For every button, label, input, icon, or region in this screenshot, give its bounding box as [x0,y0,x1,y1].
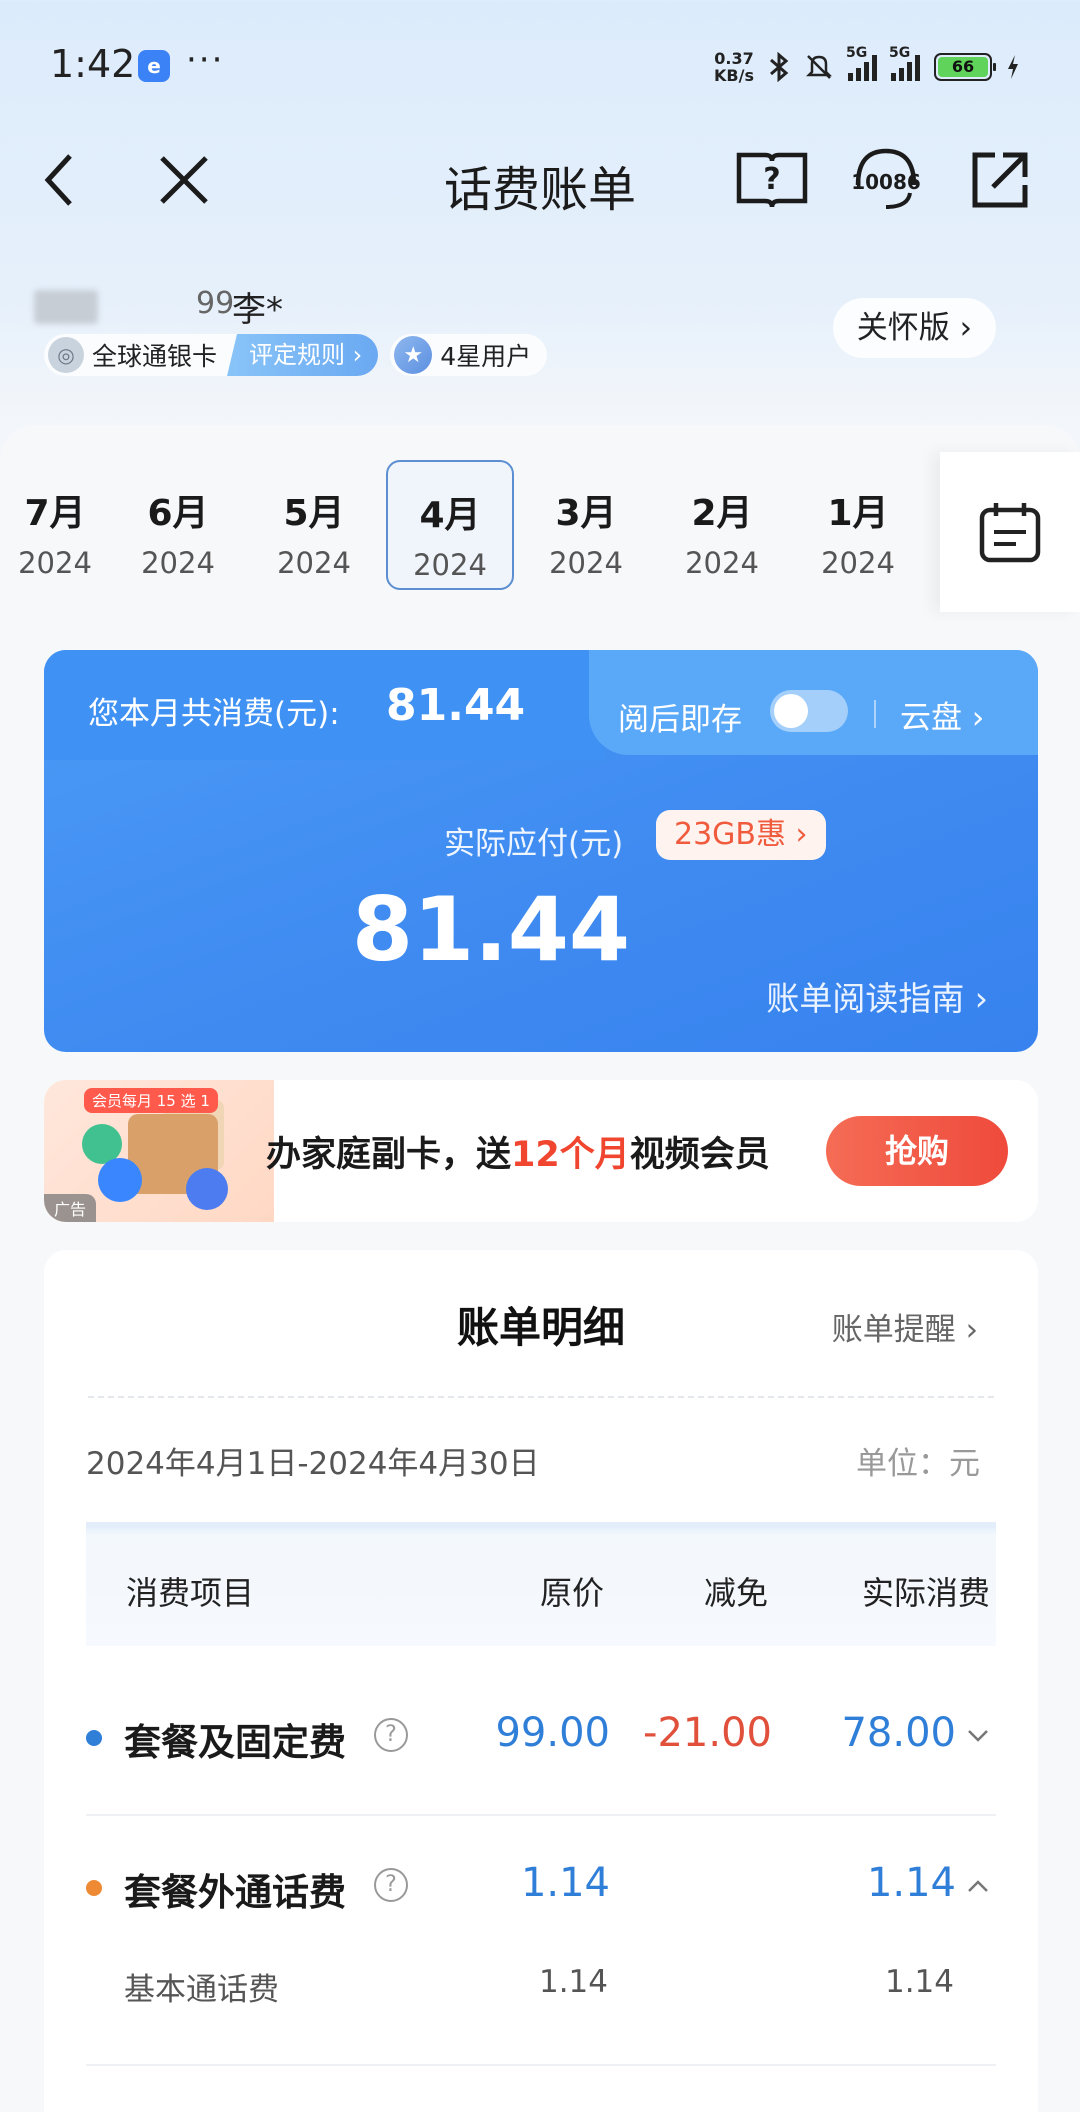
month-tab[interactable]: 1月 2024 [790,460,926,590]
auto-save-toggle[interactable] [770,690,848,732]
signal-icon: 5G [846,45,877,81]
chevron-down-icon [968,1730,988,1742]
column-header: 实际消费 [862,1574,991,1612]
auto-save-label: 阅后即存 [618,702,742,738]
column-header: 消费项目 [126,1574,255,1612]
original-price: 1.14 [520,1860,610,1906]
ad-highlight: 12个月 [511,1135,630,1175]
column-header: 减免 [704,1574,769,1612]
share-icon [972,152,1028,208]
help-book-icon: ? [736,152,808,208]
battery-level: 66 [938,57,988,77]
service-number: 10086 [851,170,921,194]
share-button[interactable] [960,140,1040,220]
svg-text:?: ? [763,162,780,197]
month-tab[interactable]: 2月 2024 [654,460,790,590]
data-offer-badge[interactable]: 23GB惠 › [656,810,826,860]
bluetooth-icon [770,52,789,82]
bill-detail-card: 账单明细 账单提醒 › 2024年4月1日-2024年4月30日 单位：元 消费… [44,1250,1038,2112]
membership-label: 全球通银卡 [92,342,218,371]
bill-summary-card: 您本月共消费(元): 81.44 阅后即存 云盘 › 实际应付(元) 23GB惠… [44,650,1038,1052]
nav-bar: 话费账单 ? 10086 [0,140,1080,220]
star-level-label: 4星用户 [440,342,532,371]
discount-amount: -21.00 [643,1710,772,1756]
battery-icon: 66 [934,53,996,81]
calendar-icon [979,503,1041,563]
total-consumption-label: 您本月共消费(元): [88,696,340,732]
more-notifications-icon: ··· [186,40,225,80]
chevron-up-icon [968,1880,988,1892]
table-header: 消费项目 原价 减免 实际消费 [86,1522,996,1646]
bill-guide-link[interactable]: 账单阅读指南 › [766,972,988,1020]
help-button[interactable]: ? [732,140,812,220]
video-app-icon [98,1158,142,1202]
dashed-divider [88,1396,994,1398]
user-tags: ◎ 全球通银卡 评定规则 › ★ 4星用户 [44,334,548,376]
ad-banner[interactable]: 会员每月 15 选 1 广告 办家庭副卡，送12个月视频会员 抢购 [44,1080,1038,1222]
amount-due-label: 实际应付(元) [444,826,624,862]
app-notification-icon: e [138,50,170,82]
amount-due-value: 81.44 [44,878,1038,981]
star-level-tag[interactable]: ★ 4星用户 [390,334,548,376]
status-time: 1:42 [50,42,136,86]
month-tab-active[interactable]: 4月 2024 [386,460,514,590]
actual-amount: 78.00 [841,1710,956,1756]
net-speed-unit: KB/s [714,66,754,85]
row-divider [86,2064,996,2066]
row-name: 套餐及固定费 [124,1721,346,1764]
mute-icon [805,55,833,79]
charging-icon [1008,55,1018,79]
signal-icon: 5G [889,45,920,81]
toggle-knob [774,694,808,728]
category-dot [86,1730,102,1746]
video-app-icon [186,1168,228,1210]
row-divider [86,1814,996,1816]
bill-period: 2024年4月1日-2024年4月30日 [86,1446,540,1482]
month-tab[interactable]: 5月 2024 [246,460,382,590]
ad-text: 办家庭副卡，送12个月视频会员 [266,1135,770,1175]
status-bar: 1:42 e ··· 0.37 KB/s 5G 5G 66 [0,0,1080,130]
column-header: 原价 [540,1574,605,1612]
bill-reminder-link[interactable]: 账单提醒 › [832,1304,978,1349]
month-tab[interactable]: 6月 2024 [110,460,246,590]
help-icon[interactable]: ? [374,1718,408,1752]
ad-corner-tag: 会员每月 15 选 1 [84,1088,218,1113]
divider [874,700,876,728]
help-icon[interactable]: ? [374,1868,408,1902]
user-name: 李* [232,290,283,330]
original-price: 99.00 [495,1710,610,1756]
amount-due-number: 81.44 [351,878,631,981]
star-icon: ★ [394,336,433,374]
total-consumption-value: 81.44 [386,680,526,731]
month-tab[interactable]: 7月 2024 [0,460,110,590]
category-dot [86,1880,102,1896]
row-name: 套餐外通话费 [124,1871,346,1914]
user-phone-redacted [34,290,98,324]
ad-image: 会员每月 15 选 1 广告 [44,1080,274,1222]
signal-tag: 5G [846,45,868,61]
membership-tag: ◎ 全球通银卡 评定规则 › [44,334,379,376]
globe-card-icon: ◎ [48,337,84,373]
net-speed-value: 0.37 [714,49,754,68]
status-right: 0.37 KB/s 5G 5G 66 [714,45,1020,84]
calendar-button[interactable] [940,452,1080,612]
care-mode-button[interactable]: 关怀版 › [832,298,996,358]
ad-label: 广告 [44,1194,97,1222]
actual-amount: 1.14 [866,1860,956,1906]
service-button[interactable]: 10086 [846,140,926,220]
user-phone-tail: 99 [196,286,235,321]
currency-unit: 单位：元 [856,1446,980,1482]
cloud-drive-link[interactable]: 云盘 › [900,692,984,737]
buy-now-button[interactable]: 抢购 [826,1116,1008,1186]
sub-actual-amount: 1.14 [884,1964,954,2000]
sub-original-price: 1.14 [538,1964,608,2000]
signal-tag: 5G [889,45,911,61]
month-tab[interactable]: 3月 2024 [518,460,654,590]
sub-item-name: 基本通话费 [124,1972,279,2008]
rating-rules-link[interactable]: 评定规则 › [227,334,379,376]
month-selector: 7月 2024 6月 2024 5月 2024 4月 2024 3月 2024 2月 202… [0,460,940,610]
net-speed: 0.37 KB/s [714,50,754,84]
